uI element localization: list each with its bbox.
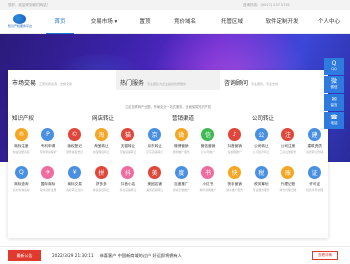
patent-icon: P xyxy=(41,128,55,141)
nav-item-escrow[interactable]: 托管区域 xyxy=(208,10,256,34)
service-item[interactable]: ® 商标注册 快速注册商标 xyxy=(8,128,35,160)
douyin-icon: 抖 xyxy=(121,166,135,179)
tax-icon: 税 xyxy=(254,166,268,179)
column-title: 网店转让 xyxy=(92,116,115,122)
copyright-icon: © xyxy=(68,128,82,141)
baidu-icon: 度 xyxy=(174,166,188,179)
music-icon: ♪ xyxy=(228,128,242,141)
tmall-icon: 猫 xyxy=(121,128,135,141)
site-logo[interactable]: 知识产权服务平台 xyxy=(6,14,34,30)
taobao-icon: 淘 xyxy=(94,128,108,141)
service-item[interactable]: 账代理记账 财务代理记账 xyxy=(275,166,302,198)
nav-item-market[interactable]: 交易市场 ▾ xyxy=(80,10,128,34)
service-item[interactable]: 快快手营销 快手推广服务 xyxy=(221,166,248,198)
meituan-icon: 美 xyxy=(148,166,162,179)
money-icon: ¥ xyxy=(68,166,82,179)
service-item[interactable]: 注公司注册 工商注册服务 xyxy=(275,128,302,160)
service-item[interactable]: 建建筑资质 资质转让办理 xyxy=(301,128,328,160)
kuaishou-icon: 快 xyxy=(228,166,242,179)
announcement-date: 2022/3/29 21:30:11 xyxy=(52,253,94,258)
head-hot-services[interactable]: 热门服务 专业团队为企业提供优质服务 xyxy=(116,70,220,90)
ledger-icon: 账 xyxy=(281,166,295,179)
service-item[interactable]: 京京东转让 京东店铺转让 xyxy=(141,128,168,160)
nav-item-account[interactable]: 个人中心 xyxy=(308,10,350,34)
plane-icon: ✈ xyxy=(41,166,55,179)
mail-icon: ✉ xyxy=(331,96,337,103)
column-company-transfer: 公司转让 公公司转让 公司过户转让 注公司注册 工商注册服务 建建筑资质 资质转让办理… xyxy=(248,114,328,238)
register-icon: 注 xyxy=(281,128,295,141)
head-market[interactable]: 市场交易 汇聚优质资源，合规交易 xyxy=(8,70,116,90)
service-item[interactable]: 税税务筹划 专业税务服务 xyxy=(248,166,275,198)
service-item[interactable]: 淘淘宝转让 淘宝网店转让 xyxy=(88,128,115,160)
wechat-icon: 微 xyxy=(330,78,337,85)
nav-item-home[interactable]: 首页 xyxy=(40,10,80,34)
column-ip: 知识产权 ® 商标注册 快速注册商标 P 专利申请 专利申请保护 © 版权登记 软件版权登记… xyxy=(8,114,88,238)
nav-item-auction[interactable]: 竞价域名 xyxy=(162,10,208,34)
service-columns: 知识产权 ® 商标注册 快速注册商标 P 专利申请 专利申请保护 © 版权登记 软件版权登记… xyxy=(8,114,328,238)
phone-icon: ☎ xyxy=(330,114,338,121)
trademark-icon: ® xyxy=(14,128,28,141)
service-item[interactable]: Q 商标查询 实时查询商标 xyxy=(8,166,35,198)
phone-button[interactable]: ☎ 电话 xyxy=(324,112,344,129)
column-title: 知识产权 xyxy=(12,116,35,122)
service-item[interactable]: 拼拼多多 拼多多店转让 xyxy=(88,166,115,198)
column-marketing: 营销渠道 微微博营销 微博推广服务 信微信营销 公众号推广 ♪ 抖音营销 短视频推广 度… xyxy=(168,114,248,238)
service-item[interactable]: 微微博营销 微博推广服务 xyxy=(168,128,195,160)
nav-item-software[interactable]: 软件定制开发 xyxy=(256,10,308,34)
service-item[interactable]: ¥ 商标交易 商标转让过户 xyxy=(61,166,88,198)
column-shop-transfer: 网店转让 淘淘宝转让 淘宝网店转让 猫天猫转让 天猫店铺转让 京京东转让 京东店铺转让… xyxy=(88,114,168,238)
search-icon: Q xyxy=(14,166,28,179)
announcement-message: 恭喜客户 中国新商域的过户 好运即将拥有人 xyxy=(99,253,182,258)
jd-icon: 京 xyxy=(148,128,162,141)
welcome-text: 您好，欢迎来到我们网站！ xyxy=(8,3,50,7)
qq-button[interactable]: Q QQ xyxy=(324,58,344,75)
license-icon: 证 xyxy=(308,166,322,179)
service-item[interactable]: ✈ 国际商标 海外商标注册 xyxy=(35,166,62,198)
nav-menu: 首页 交易市场 ▾ 置顶 竞价域名 托管区域 软件定制开发 个人中心 xyxy=(40,10,350,34)
logo-mark xyxy=(13,14,26,24)
nav-item-top[interactable]: 置顶 xyxy=(128,10,162,34)
announcement-bar: 最新公告 2022/3/29 21:30:11 恭喜客户 中国新商域的过户 好运即… xyxy=(0,246,350,263)
pinduoduo-icon: 拼 xyxy=(94,166,108,179)
panel-notice: 立足互联网产业圈，布局全业一站式服务，全面保障知识产权 xyxy=(124,105,212,109)
service-item[interactable]: 公公司转让 公司过户转让 xyxy=(248,128,275,160)
service-item[interactable]: 信微信营销 公众号推广 xyxy=(195,128,222,160)
service-item[interactable]: 抖抖音小店 抖音店铺转让 xyxy=(115,166,142,198)
services-panel: 市场交易 汇聚优质资源，合规交易 热门服务 专业团队为企业提供优质服务 咨询顾问 专业… xyxy=(8,70,328,238)
announcement-badge: 最新公告 xyxy=(8,250,41,261)
service-item[interactable]: 度百度推广 搜索引擎推广 xyxy=(168,166,195,198)
column-title: 营销渠道 xyxy=(172,116,195,122)
head-consultant[interactable]: 咨询顾问 专业服务，专业支持 xyxy=(220,70,328,90)
service-item[interactable]: 证许可证 经营许可办理 xyxy=(301,166,328,198)
main-navigation: 知识产权服务平台 首页 交易市场 ▾ 置顶 竞价域名 托管区域 软件定制开发 个… xyxy=(0,10,350,34)
service-item[interactable]: © 版权登记 软件版权登记 xyxy=(61,128,88,160)
building-icon: 建 xyxy=(308,128,322,141)
announcement-text[interactable]: 2022/3/29 21:30:11 恭喜客户 中国新商域的过户 好运即将拥有人 xyxy=(52,247,182,264)
view-details-button[interactable]: 查看详情 xyxy=(312,251,338,260)
hotline-text: 咨询热线：(0527) 237 0751 xyxy=(243,3,290,7)
service-item[interactable]: P 专利申请 专利申请保护 xyxy=(35,128,62,160)
book-icon: 书 xyxy=(201,166,215,179)
service-item[interactable]: 美美团店铺 美团店铺转让 xyxy=(141,166,168,198)
message-button[interactable]: ✉ 留言 xyxy=(324,94,344,111)
qq-icon: Q xyxy=(331,60,337,67)
service-item[interactable]: 猫天猫转让 天猫店铺转让 xyxy=(115,128,142,160)
service-item[interactable]: 书小红书 种草营销推广 xyxy=(195,166,222,198)
weibo-icon: 微 xyxy=(174,128,188,141)
panel-headers: 市场交易 汇聚优质资源，合规交易 热门服务 专业团队为企业提供优质服务 咨询顾问 专业… xyxy=(8,70,328,96)
column-title: 公司转让 xyxy=(252,116,275,122)
wechat-button[interactable]: 微微信 xyxy=(324,76,344,93)
wechat-icon: 信 xyxy=(201,128,215,141)
company-icon: 公 xyxy=(254,128,268,141)
service-item[interactable]: ♪ 抖音营销 短视频推广 xyxy=(221,128,248,160)
floating-contact-bar: Q QQ 微微信 ✉ 留言 ☎ 电话 xyxy=(324,58,344,130)
logo-text: 知识产权服务平台 xyxy=(7,24,32,28)
top-info-bar: 您好，欢迎来到我们网站！ 咨询热线：(0527) 237 0751 xyxy=(0,0,350,10)
